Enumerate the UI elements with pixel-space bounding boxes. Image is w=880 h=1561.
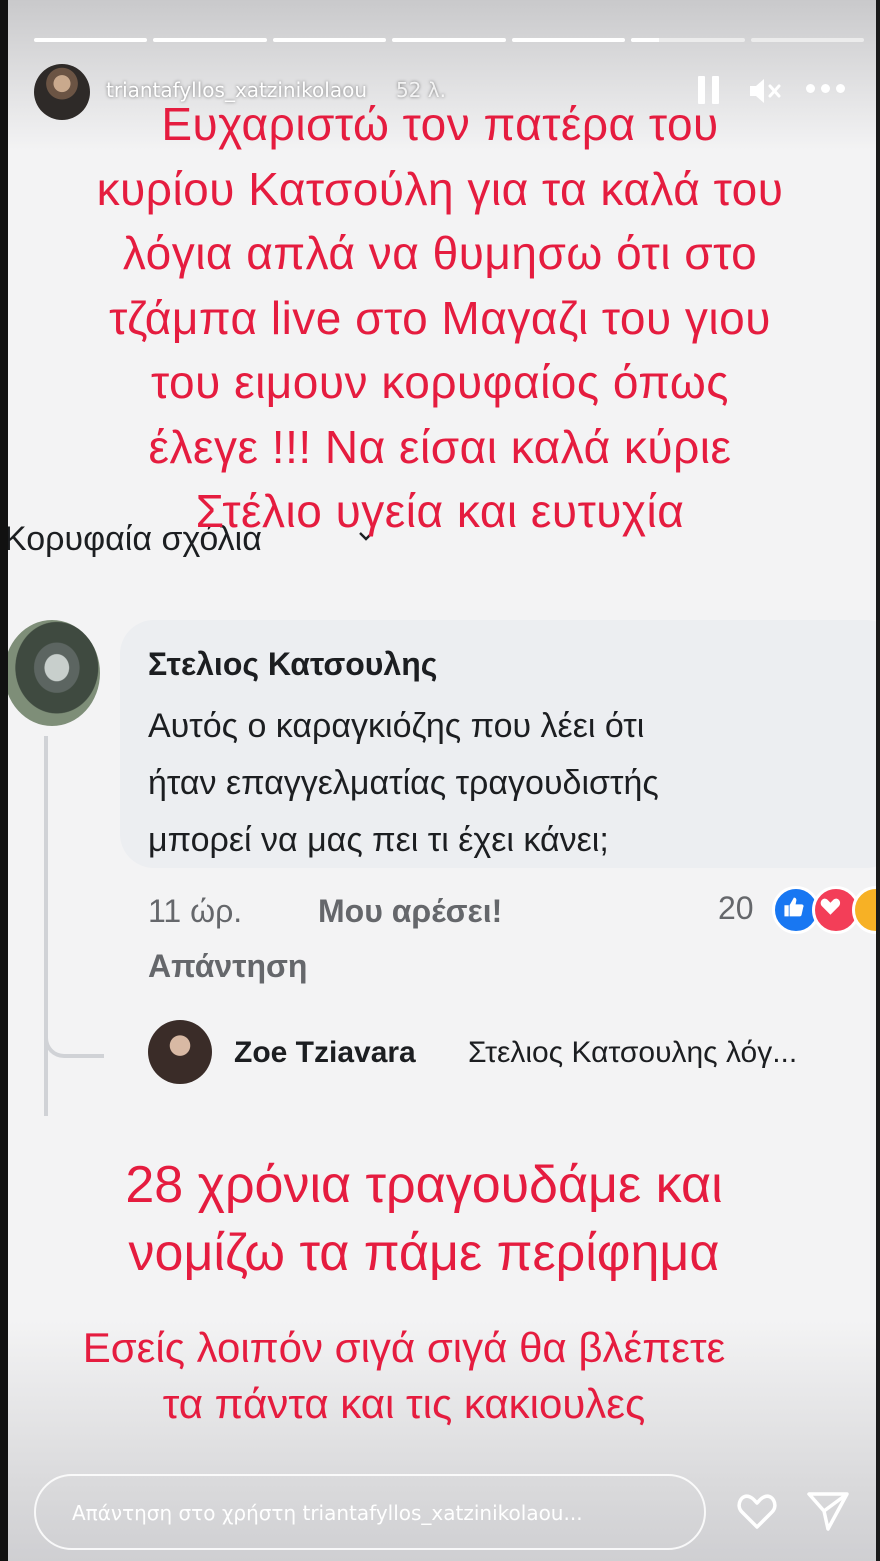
reply-input[interactable]: Απάντηση στο χρήστη triantafyllos_xatzin… xyxy=(34,1474,706,1550)
progress-segment xyxy=(153,38,267,42)
overlay-line: λόγια απλά να θυμησω ότι στο xyxy=(122,227,758,279)
send-icon[interactable] xyxy=(806,1490,850,1532)
post-time: 52 λ. xyxy=(396,78,446,102)
commenter-avatar xyxy=(4,620,100,726)
comment-line: Αυτός ο καραγκιόζης που λέει ότι xyxy=(148,707,645,745)
overlay-line: έλεγε !!! Να είσαι καλά κύριε xyxy=(148,420,732,473)
comment-time: 11 ώρ. xyxy=(148,893,243,929)
comment-text: Αυτός ο καραγκιόζης που λέει ότι ήταν επ… xyxy=(148,698,868,869)
reply-avatar xyxy=(148,1020,212,1084)
thread-branch xyxy=(44,1030,104,1058)
left-edge xyxy=(0,0,8,1561)
pause-icon[interactable] xyxy=(698,76,722,104)
comment-reply-label: Απάντηση xyxy=(148,948,308,984)
progress-segment xyxy=(750,38,864,42)
heart-icon[interactable] xyxy=(736,1492,778,1530)
story-viewer: Κορυφαία σχόλια Στελιος Κατσουλης Αυτός … xyxy=(0,0,880,1561)
right-edge xyxy=(876,0,880,1561)
overlay-text-top: Ευχαριστώ τον πατέρα του κυρίου Κατσούλη… xyxy=(40,92,840,544)
comment-author: Στελιος Κατσουλης xyxy=(148,646,438,682)
avatar[interactable] xyxy=(34,64,90,120)
overlay-line: Στέλιο υγεία και ευτυχία xyxy=(195,485,685,537)
overlay-text-middle: 28 χρόνια τραγουδάμε και νομίζω τα πάμε … xyxy=(24,1151,824,1287)
more-icon[interactable] xyxy=(806,84,846,94)
overlay-text-bottom: Εσείς λοιπόν σιγά σιγά θα βλέπετε τα πάν… xyxy=(24,1320,784,1432)
overlay-line: τζάμπα live στο Μαγαζι του γιου xyxy=(109,291,771,344)
progress-segment xyxy=(511,38,626,42)
progress-segment xyxy=(34,38,148,42)
overlay-line: του ειμουν κορυφαίος όπως xyxy=(151,356,729,408)
comment-bubble: Στελιος Κατσουλης Αυτός ο καραγκιόζης πο… xyxy=(120,620,880,868)
mute-icon[interactable] xyxy=(748,76,782,106)
reaction-count: 20 xyxy=(718,890,754,926)
overlay-line: 28 χρόνια τραγουδάμε και xyxy=(125,1156,723,1214)
reply-author: Zoe Tziavara xyxy=(234,1036,416,1069)
comment-line: μπορεί να μας πει τι έχει κάνει; xyxy=(148,821,609,859)
story-header: triantafyllos_xatzinikolaou 52 λ. xyxy=(34,62,864,120)
progress-segment xyxy=(272,38,387,42)
comment-like-label: Μου αρέσει! xyxy=(318,893,503,929)
overlay-line: νομίζω τα πάμε περίφημα xyxy=(128,1224,720,1282)
comment-line: ήταν επαγγελματίας τραγουδιστής xyxy=(148,764,659,802)
reply-snippet: Στελιος Κατσουλης λόγ... xyxy=(468,1036,798,1069)
thread-line xyxy=(44,736,48,1116)
overlay-line: τα πάντα και τις κακιουλες xyxy=(162,1380,646,1427)
overlay-line: κυρίου Κατσούλη για τα καλά του xyxy=(96,162,784,215)
progress-segment xyxy=(392,38,506,42)
reply-placeholder: Απάντηση στο χρήστη triantafyllos_xatzin… xyxy=(72,1501,583,1525)
overlay-line: Εσείς λοιπόν σιγά σιγά θα βλέπετε xyxy=(82,1324,726,1371)
story-progress xyxy=(34,38,864,42)
username-link[interactable]: triantafyllos_xatzinikolaou xyxy=(106,78,367,102)
progress-segment xyxy=(631,38,745,42)
